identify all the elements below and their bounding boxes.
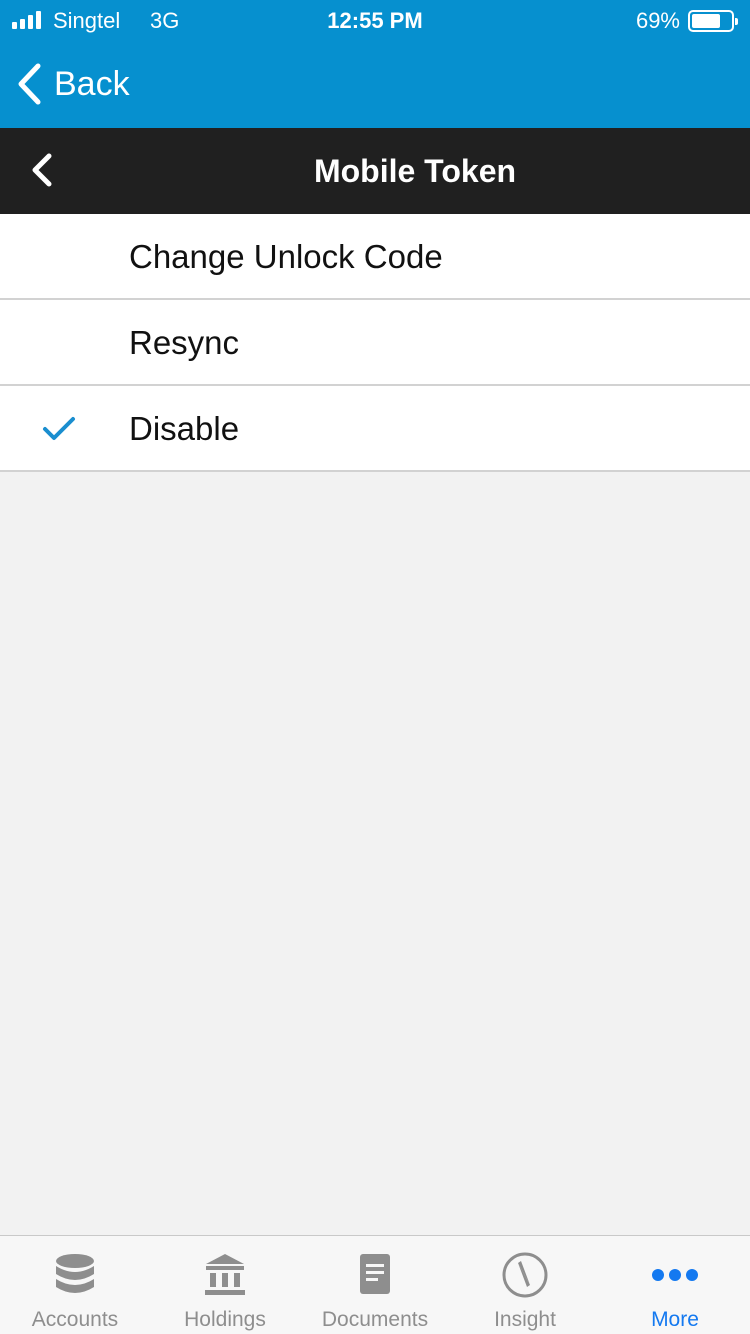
tab-label: Accounts [31,1308,119,1331]
token-options-list: Change Unlock Code Resync Disable [0,214,750,472]
title-bar: Mobile Token [0,128,750,214]
battery-icon [688,10,738,32]
menu-item-label: Change Unlock Code [129,238,443,275]
menu-item-label: Disable [129,410,240,447]
tab-label: Documents [321,1308,429,1331]
document-icon [360,1254,390,1294]
bank-icon [205,1254,245,1295]
back-button[interactable]: Back [16,60,130,108]
status-bar: Singtel 3G 12:55 PM 69% [0,0,750,42]
tab-label: More [651,1308,699,1331]
checkmark-icon [43,417,75,440]
page-title: Mobile Token [0,128,750,214]
tab-documents[interactable]: Documents [300,1236,450,1334]
more-dots-icon [652,1269,698,1281]
menu-item-label: Resync [129,324,240,361]
database-icon [56,1254,94,1293]
tab-accounts[interactable]: Accounts [0,1236,150,1334]
tab-label: Holdings [184,1308,266,1331]
menu-item-change-unlock-code[interactable]: Change Unlock Code [0,214,750,300]
menu-item-disable[interactable]: Disable [0,386,750,472]
compass-icon [502,1252,548,1298]
back-button-label: Back [54,64,130,103]
top-bar: Singtel 3G 12:55 PM 69% Back [0,0,750,128]
tab-insight[interactable]: Insight [450,1236,600,1334]
tab-label: Insight [494,1308,556,1331]
tab-holdings[interactable]: Holdings [150,1236,300,1334]
page-title-text: Mobile Token [313,153,517,189]
tab-more[interactable]: More [600,1236,750,1334]
bottom-tab-bar: Accounts Holdings Documents Insight More [0,1235,750,1334]
menu-item-resync[interactable]: Resync [0,300,750,386]
battery-percent: 69% [635,8,680,33]
chevron-left-icon [18,63,41,105]
